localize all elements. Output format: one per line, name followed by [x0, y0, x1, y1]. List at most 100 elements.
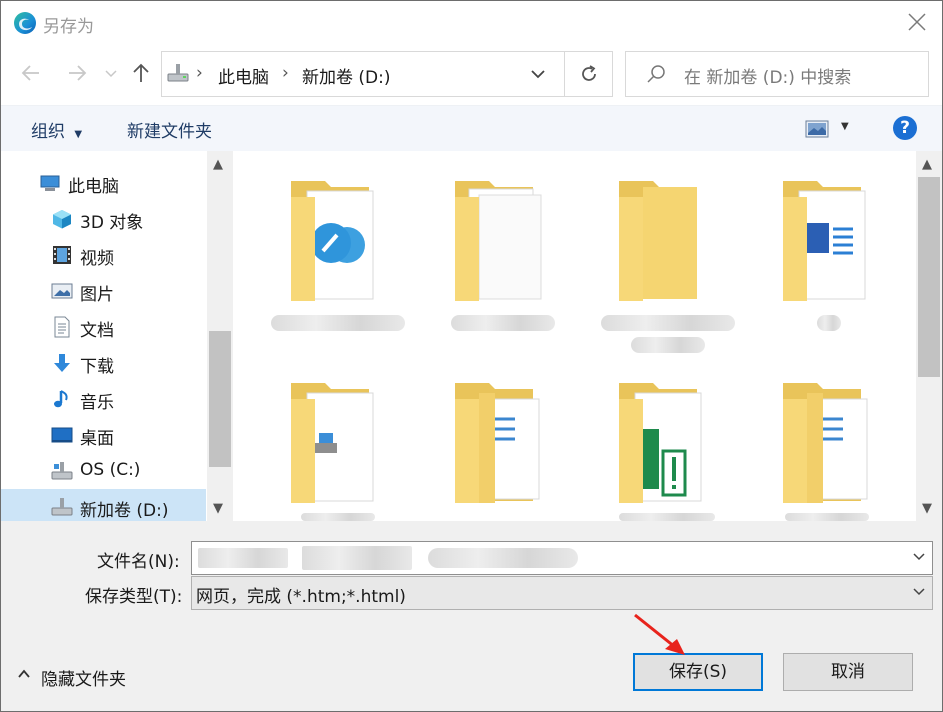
address-separator [564, 52, 565, 96]
folder-icon[interactable] [613, 379, 713, 509]
filetype-label: 保存类型(T): [85, 587, 183, 607]
refresh-icon[interactable] [578, 63, 600, 85]
window-title: 另存为 [43, 17, 94, 37]
organize-label: 组织 [31, 122, 65, 142]
file-list-scrollbar-thumb[interactable] [918, 177, 940, 377]
blurred-file-name [601, 315, 735, 331]
sidebar-item-label: 新加卷 (D:) [80, 501, 169, 521]
view-options-caret-icon[interactable]: ▼ [841, 121, 849, 132]
hide-folders-toggle[interactable]: 隐藏文件夹 [15, 663, 145, 690]
computer-icon [40, 175, 60, 191]
hide-folders-label: 隐藏文件夹 [41, 670, 126, 690]
blurred-filename [198, 548, 288, 568]
sidebar-item-label: 音乐 [80, 393, 114, 413]
file-list-pane: ▲ ▼ [233, 151, 942, 521]
sidebar-item-desktop[interactable]: 桌面 [1, 417, 206, 453]
breadcrumb-current-drive[interactable]: 新加卷 (D:) [302, 63, 391, 88]
sidebar-scrollbar[interactable]: ▲ ▼ [207, 151, 233, 521]
organize-menu-button[interactable]: 组织 ▼ [31, 117, 82, 142]
blurred-filename [428, 548, 578, 568]
sidebar-item-pictures[interactable]: 图片 [1, 273, 206, 309]
up-arrow-icon[interactable] [129, 61, 153, 85]
chevron-up-icon [18, 669, 30, 678]
scroll-down-icon[interactable]: ▼ [213, 501, 223, 516]
sidebar-scrollbar-thumb[interactable] [209, 331, 231, 467]
sidebar-item-documents[interactable]: 文档 [1, 309, 206, 345]
annotation-arrow-icon [634, 613, 685, 655]
filetype-value: 网页，完成 (*.htm;*.html) [196, 587, 406, 607]
file-list-scrollbar[interactable]: ▲ ▼ [916, 151, 942, 521]
folder-icon[interactable] [777, 379, 877, 509]
chevron-down-icon[interactable] [912, 550, 926, 564]
back-arrow-icon[interactable] [19, 61, 43, 85]
blurred-file-name [451, 315, 555, 331]
documents-icon [54, 316, 70, 338]
sidebar-item-label: 3D 对象 [80, 213, 144, 233]
blurred-filename [302, 546, 412, 570]
cancel-button[interactable]: 取消 [783, 653, 913, 691]
blurred-file-name [817, 315, 841, 331]
navigation-pane: 此电脑 3D 对象 视频 图片 文档 下载 音乐 桌面 OS (C:) 新加卷 … [1, 151, 233, 523]
pictures-icon [51, 283, 73, 299]
scroll-down-icon[interactable]: ▼ [922, 501, 932, 516]
folder-icon[interactable] [613, 177, 713, 307]
breadcrumb-separator-icon: › [196, 63, 203, 83]
search-box[interactable]: 在 新加卷 (D:) 中搜索 [625, 51, 929, 97]
music-icon [54, 390, 68, 408]
download-icon [54, 354, 70, 372]
folder-icon[interactable] [285, 379, 385, 509]
video-icon [53, 246, 71, 264]
save-as-dialog: 另存为 › 此电脑 › 新加卷 (D:) 在 新加卷 (D:) 中搜索 组织 ▼… [0, 0, 943, 712]
sidebar-item-drive-c[interactable]: OS (C:) [1, 453, 206, 489]
caret-down-icon: ▼ [74, 129, 83, 140]
sidebar-item-3d-objects[interactable]: 3D 对象 [1, 201, 206, 237]
title-bar: 另存为 [1, 1, 942, 43]
breadcrumb-separator-icon: › [282, 63, 289, 83]
view-options-icon[interactable] [805, 120, 829, 138]
sidebar-item-this-pc[interactable]: 此电脑 [1, 165, 206, 201]
folder-icon[interactable] [285, 177, 385, 307]
navigation-bar: › 此电脑 › 新加卷 (D:) 在 新加卷 (D:) 中搜索 [1, 43, 942, 105]
sidebar-item-label: 桌面 [80, 429, 114, 449]
search-icon [647, 65, 665, 83]
chevron-down-icon[interactable] [912, 585, 926, 599]
cube-3d-icon [53, 210, 71, 229]
sidebar-item-label: 视频 [80, 249, 114, 269]
sidebar-item-downloads[interactable]: 下载 [1, 345, 206, 381]
folder-icon[interactable] [777, 177, 877, 307]
drive-icon [51, 498, 73, 516]
recent-locations-chevron-icon[interactable] [103, 61, 119, 85]
save-form-area: 文件名(N): 保存类型(T): 网页，完成 (*.htm;*.html) 隐藏… [1, 521, 942, 711]
sidebar-item-label: 此电脑 [68, 177, 119, 197]
new-folder-button[interactable]: 新建文件夹 [127, 117, 212, 142]
sidebar-item-drive-d[interactable]: 新加卷 (D:) [1, 489, 206, 523]
sidebar-item-label: 文档 [80, 321, 114, 341]
sidebar-item-label: 下载 [80, 357, 114, 377]
sidebar-item-music[interactable]: 音乐 [1, 381, 206, 417]
forward-arrow-icon[interactable] [65, 61, 89, 85]
blurred-file-name [271, 315, 405, 331]
help-icon[interactable]: ? [893, 116, 917, 140]
filetype-select[interactable]: 网页，完成 (*.htm;*.html) [191, 576, 933, 610]
scroll-up-icon[interactable]: ▲ [922, 157, 932, 172]
drive-icon [51, 462, 73, 480]
blurred-file-name [619, 513, 715, 521]
breadcrumb-this-pc[interactable]: 此电脑 [218, 63, 269, 88]
chevron-down-icon[interactable] [530, 67, 546, 81]
address-bar[interactable]: › 此电脑 › 新加卷 (D:) [161, 51, 613, 97]
command-toolbar: 组织 ▼ 新建文件夹 ▼ ? [1, 105, 942, 152]
edge-browser-icon [14, 12, 36, 34]
drive-icon [167, 64, 189, 82]
blurred-file-name [301, 513, 375, 521]
folder-icon[interactable] [449, 177, 549, 307]
close-icon[interactable] [906, 11, 928, 33]
folder-icon[interactable] [449, 379, 549, 509]
sidebar-item-label: 图片 [80, 285, 114, 305]
blurred-file-name [631, 337, 705, 353]
filename-input[interactable] [191, 541, 933, 575]
scroll-up-icon[interactable]: ▲ [213, 157, 223, 172]
filename-label: 文件名(N): [97, 552, 180, 572]
sidebar-item-videos[interactable]: 视频 [1, 237, 206, 273]
sidebar-item-label: OS (C:) [80, 460, 141, 480]
blurred-file-name [785, 513, 869, 521]
